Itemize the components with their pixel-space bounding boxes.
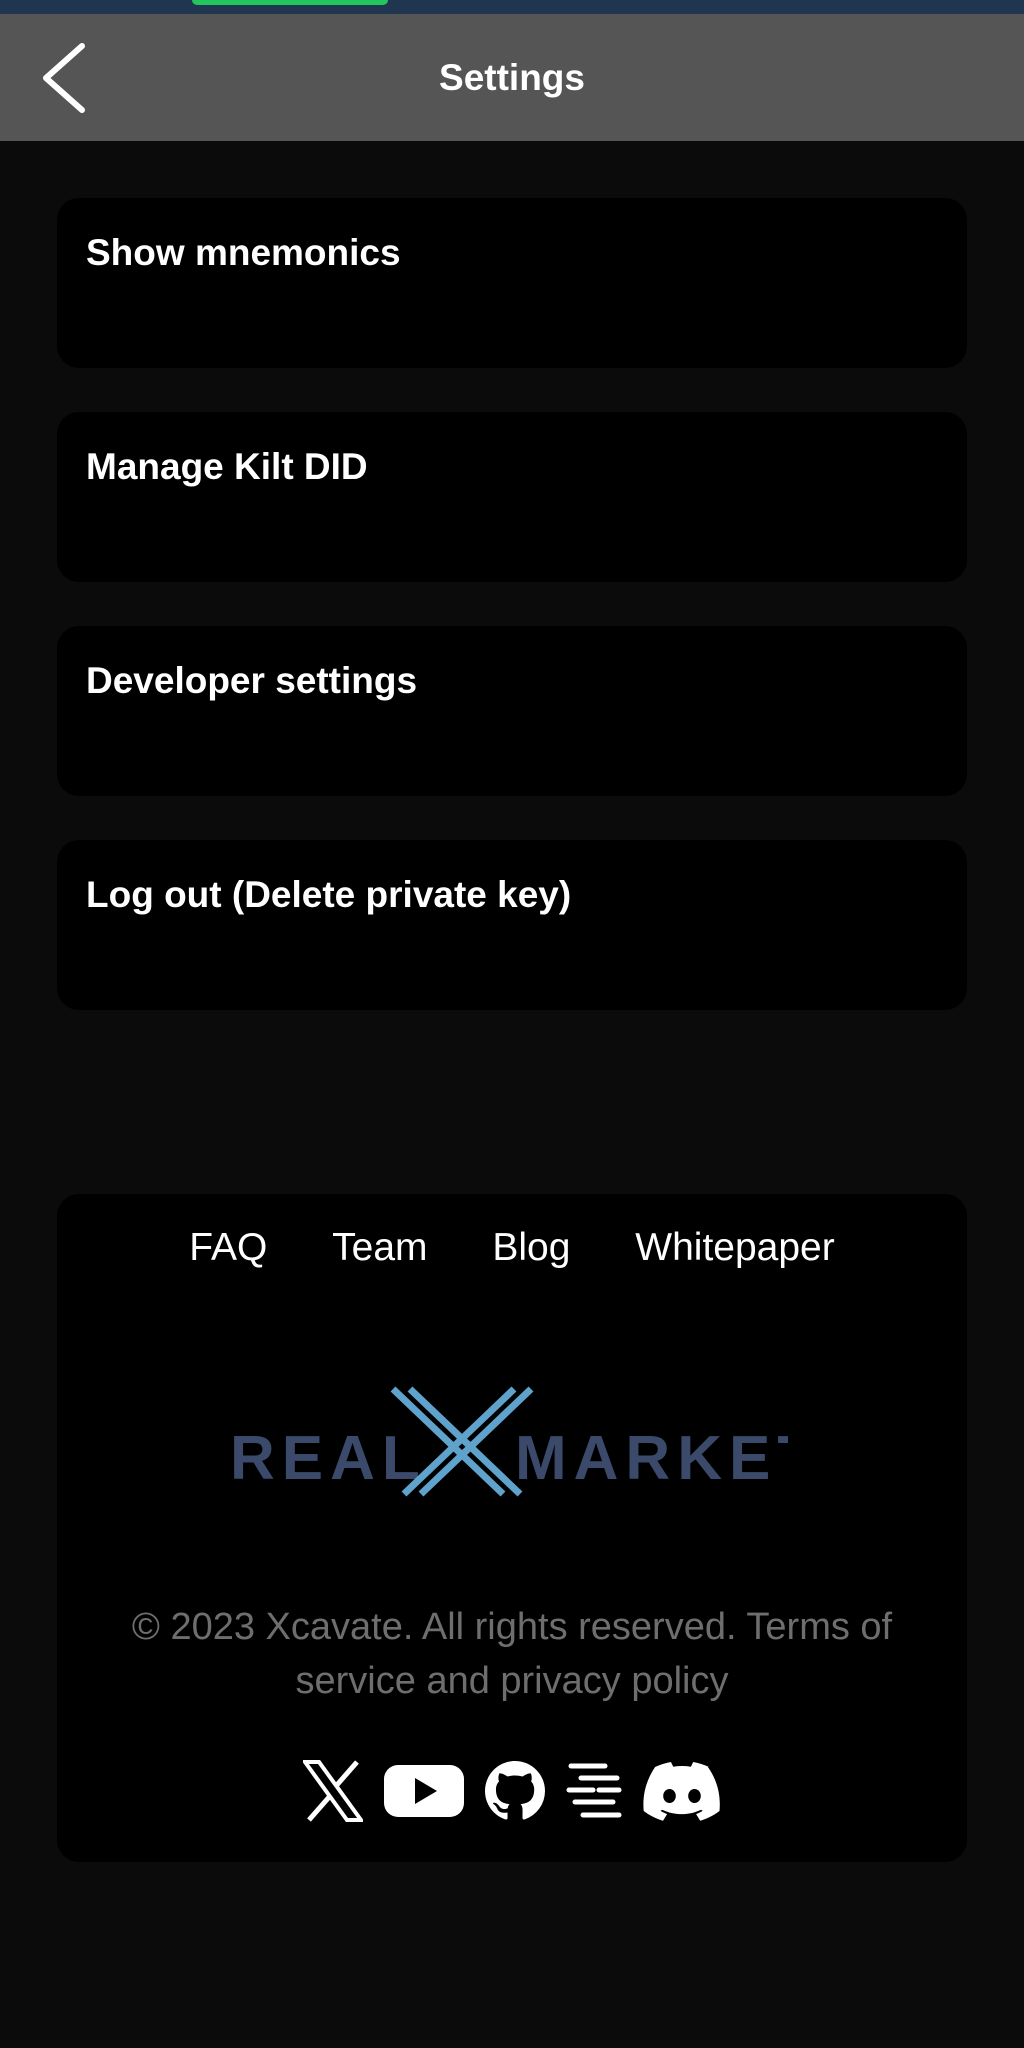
- logo-text-left: REAL: [230, 1424, 427, 1493]
- developer-settings-label: Developer settings: [86, 660, 418, 701]
- app-header: Settings: [0, 14, 1024, 141]
- copyright-text: © 2023 Xcavate. All rights reserved. Ter…: [131, 1606, 893, 1702]
- show-mnemonics-label: Show mnemonics: [86, 232, 401, 273]
- footer: FAQ Team Blog Whitepaper REAL MARKET © 2…: [57, 1194, 967, 1862]
- footer-links: FAQ Team Blog Whitepaper: [57, 1226, 967, 1270]
- social-links: [57, 1756, 967, 1826]
- youtube-icon[interactable]: [383, 1756, 465, 1826]
- chevron-left-icon: [43, 43, 85, 113]
- realxmarket-logo: REAL MARKET: [228, 1364, 815, 1514]
- blog-link[interactable]: Blog: [492, 1226, 570, 1269]
- log-out-label: Log out (Delete private key): [86, 874, 572, 915]
- whitepaper-link[interactable]: Whitepaper: [635, 1226, 834, 1269]
- x-icon[interactable]: [303, 1756, 363, 1826]
- discord-icon[interactable]: [643, 1756, 721, 1826]
- team-link[interactable]: Team: [332, 1226, 427, 1269]
- developer-settings-button[interactable]: Developer settings: [57, 626, 967, 796]
- subsocial-icon[interactable]: [565, 1756, 623, 1826]
- github-icon[interactable]: [485, 1756, 545, 1826]
- page-title: Settings: [439, 57, 585, 98]
- show-mnemonics-button[interactable]: Show mnemonics: [57, 198, 967, 368]
- back-button[interactable]: [30, 40, 100, 116]
- manage-kilt-did-label: Manage Kilt DID: [86, 446, 368, 487]
- manage-kilt-did-button[interactable]: Manage Kilt DID: [57, 412, 967, 582]
- status-bar: [0, 0, 1024, 14]
- logo-text-right: MARKET: [515, 1424, 788, 1493]
- log-out-button[interactable]: Log out (Delete private key): [57, 840, 967, 1010]
- faq-link[interactable]: FAQ: [189, 1226, 267, 1269]
- status-pill: [192, 0, 388, 5]
